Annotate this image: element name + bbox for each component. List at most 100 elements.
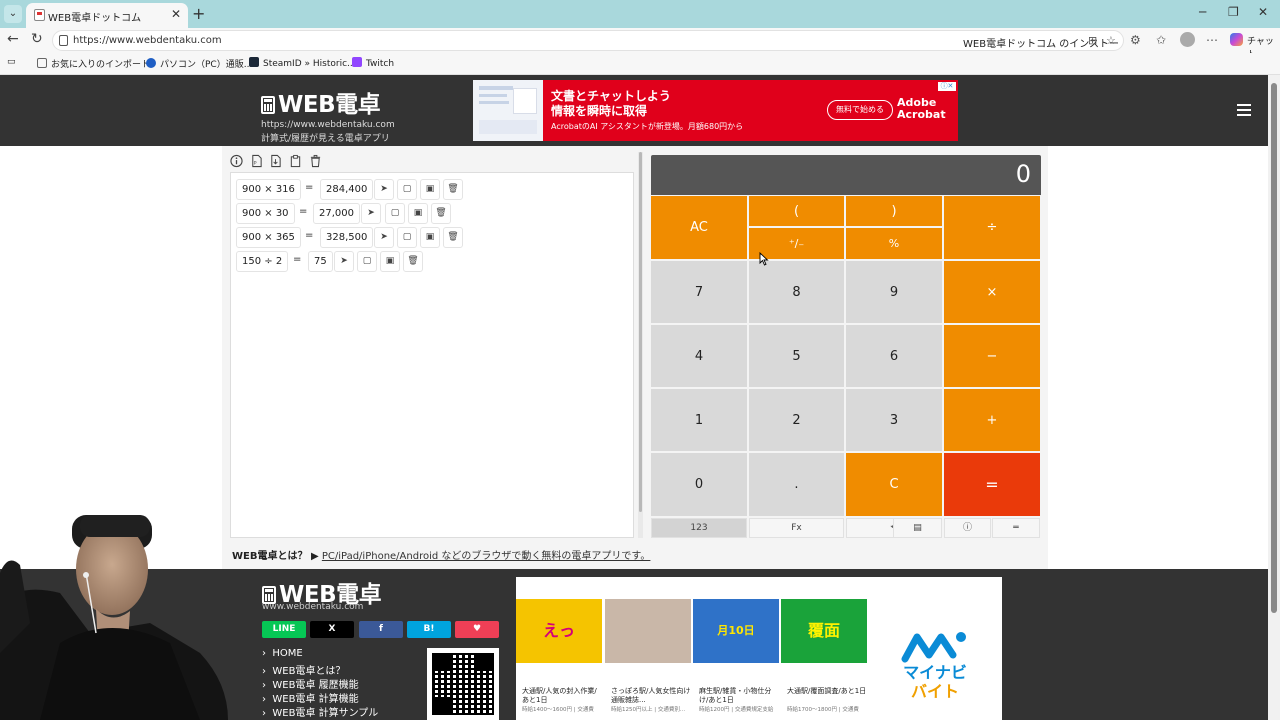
key-plus[interactable]: +	[944, 389, 1040, 451]
ad-info-icon[interactable]: ⓘ✕	[938, 82, 956, 91]
history-result[interactable]: 328,500	[320, 227, 374, 248]
share-hatena-button[interactable]: B!	[407, 621, 451, 638]
key-decimal[interactable]: .	[749, 453, 844, 516]
key-2[interactable]: 2	[749, 389, 844, 451]
history-expression[interactable]: 900 × 30	[236, 203, 295, 224]
key-3[interactable]: 3	[846, 389, 942, 451]
paste-icon[interactable]: ▣	[408, 203, 428, 224]
key-clear[interactable]: C	[846, 453, 942, 516]
delete-icon[interactable]: 🗑	[403, 251, 423, 272]
bookmark-twitch[interactable]: Twitch	[352, 57, 394, 69]
history-expression[interactable]: 900 × 365	[236, 227, 301, 248]
delete-icon[interactable]: 🗑	[443, 179, 463, 200]
key-4[interactable]: 4	[651, 325, 747, 387]
download-file-icon[interactable]	[269, 154, 282, 168]
mode-123-button[interactable]: 123	[651, 518, 747, 538]
share-pocket-button[interactable]: ♥	[455, 621, 499, 638]
key-6[interactable]: 6	[846, 325, 942, 387]
document-icon[interactable]: ▤	[893, 518, 942, 538]
share-line-button[interactable]: LINE	[262, 621, 306, 638]
clipboard-icon[interactable]	[289, 154, 302, 168]
scrollbar-thumb[interactable]	[1271, 83, 1277, 613]
key-0[interactable]: 0	[651, 453, 747, 516]
footer-link-calc[interactable]: › WEB電卓 計算機能	[262, 690, 359, 705]
paste-icon[interactable]: ▣	[380, 251, 400, 272]
copy-icon[interactable]: ▢	[397, 179, 417, 200]
favorite-star-icon[interactable]: ☆	[1106, 34, 1116, 47]
job-ad-card[interactable]: 月10日 麻生駅/雑貨・小物仕分け/あと1日 時給1200円 | 交通費規定支給	[693, 599, 779, 720]
paste-icon[interactable]: ▣	[420, 227, 440, 248]
history-expression[interactable]: 150 ÷ 2	[236, 251, 289, 272]
send-icon[interactable]: ➤	[374, 227, 394, 248]
copy-icon[interactable]: ▢	[385, 203, 405, 224]
back-icon[interactable]: ←	[7, 31, 19, 47]
about-link[interactable]: PC/iPad/iPhone/Android などのブラウザで動く無料の電卓アプ…	[322, 551, 651, 562]
job-ad-card[interactable]: さっぽろ駅/人気女性向け通販雑誌... 時給1250円以上 | 交通費別...	[605, 599, 691, 720]
copy-icon[interactable]: ▢	[357, 251, 377, 272]
key-8[interactable]: 8	[749, 261, 844, 323]
share-facebook-button[interactable]: f	[359, 621, 403, 638]
key-divide[interactable]: ÷	[944, 196, 1040, 259]
key-1[interactable]: 1	[651, 389, 747, 451]
panel-splitter[interactable]	[638, 152, 643, 538]
ad-start-free-button[interactable]: 無料で始める	[827, 100, 893, 120]
key-close-paren[interactable]: )	[846, 196, 942, 226]
key-open-paren[interactable]: (	[749, 196, 844, 226]
paste-icon[interactable]: ▣	[420, 179, 440, 200]
history-result[interactable]: 27,000	[313, 203, 360, 224]
bookmark-pc[interactable]: パソコン（PC）通販...	[146, 57, 252, 70]
new-tab-icon[interactable]: +	[192, 4, 205, 23]
footer-link-history[interactable]: › WEB電卓 履歴機能	[262, 676, 359, 691]
address-bar[interactable]: https://www.webdentaku.com WEB電卓ドットコム のイ…	[52, 30, 1124, 65]
hamburger-menu-icon[interactable]	[1237, 104, 1251, 116]
key-9[interactable]: 9	[846, 261, 942, 323]
send-icon[interactable]: ➤	[361, 203, 381, 224]
bookmarks-toggle-icon[interactable]: ▭	[7, 57, 16, 67]
job-ad-card[interactable]: えっ 大通駅/人気の封入作業/あと1日 時給1400〜1600円 | 交通費	[516, 599, 602, 720]
browser-tab-active[interactable]: WEB電卓ドットコム ✕	[26, 3, 188, 28]
bookmark-import[interactable]: お気に入りのインポート	[37, 57, 150, 70]
favorites-icon[interactable]: ✩	[1156, 33, 1166, 47]
layout-icon[interactable]: ═	[992, 518, 1040, 538]
share-x-button[interactable]: X	[310, 621, 354, 638]
footer-link-home[interactable]: › HOME	[262, 648, 303, 659]
reload-icon[interactable]: ↻	[31, 31, 43, 47]
export-file-icon[interactable]: P	[250, 154, 263, 168]
job-ad-card[interactable]: 覆面 大通駅/覆面調査/あと1日 時給1700〜1800円 | 交通費	[781, 599, 867, 720]
close-tab-icon[interactable]: ✕	[171, 7, 181, 21]
key-minus[interactable]: −	[944, 325, 1040, 387]
close-window-icon[interactable]: ✕	[1258, 5, 1268, 19]
site-logo[interactable]: WEB電卓 https://www.webdentaku.com 計算式/履歴が…	[261, 85, 395, 144]
copy-icon[interactable]: ▢	[397, 227, 417, 248]
delete-icon[interactable]: 🗑	[431, 203, 451, 224]
key-7[interactable]: 7	[651, 261, 747, 323]
site-info-icon[interactable]	[59, 35, 68, 46]
page-scrollbar[interactable]	[1268, 75, 1280, 720]
extensions-icon[interactable]: ⚙	[1130, 33, 1141, 47]
key-5[interactable]: 5	[749, 325, 844, 387]
info-icon[interactable]	[230, 154, 243, 168]
job-ad-block[interactable]: えっ 大通駅/人気の封入作業/あと1日 時給1400〜1600円 | 交通費 さ…	[516, 577, 1002, 720]
key-equals[interactable]: =	[944, 453, 1040, 516]
trash-icon[interactable]	[309, 154, 322, 168]
adobe-ad-banner[interactable]: 文書とチャットしよう 情報を瞬時に取得 AcrobatのAI アシスタントが新登…	[473, 80, 958, 141]
profile-avatar[interactable]	[1180, 32, 1195, 47]
footer-link-about[interactable]: › WEB電卓とは？	[262, 662, 345, 677]
more-menu-icon[interactable]: ⋯	[1206, 33, 1218, 47]
tab-list-button[interactable]: ⌄	[4, 5, 22, 23]
history-expression[interactable]: 900 × 316	[236, 179, 301, 200]
delete-icon[interactable]: 🗑	[443, 227, 463, 248]
footer-link-samples[interactable]: › WEB電卓 計算サンプル	[262, 704, 378, 719]
key-percent[interactable]: %	[846, 228, 942, 259]
key-ac[interactable]: AC	[651, 196, 747, 259]
history-result[interactable]: 75	[308, 251, 333, 272]
info-icon[interactable]: ⓘ	[944, 518, 991, 538]
send-icon[interactable]: ➤	[334, 251, 354, 272]
send-icon[interactable]: ➤	[374, 179, 394, 200]
install-app-icon[interactable]: ⊞	[1088, 34, 1097, 47]
bookmark-steamid[interactable]: SteamID » Historic...	[249, 57, 356, 69]
history-result[interactable]: 284,400	[320, 179, 374, 200]
restore-icon[interactable]: ❐	[1228, 5, 1239, 19]
mode-fx-button[interactable]: Fx	[749, 518, 844, 538]
key-multiply[interactable]: ×	[944, 261, 1040, 323]
